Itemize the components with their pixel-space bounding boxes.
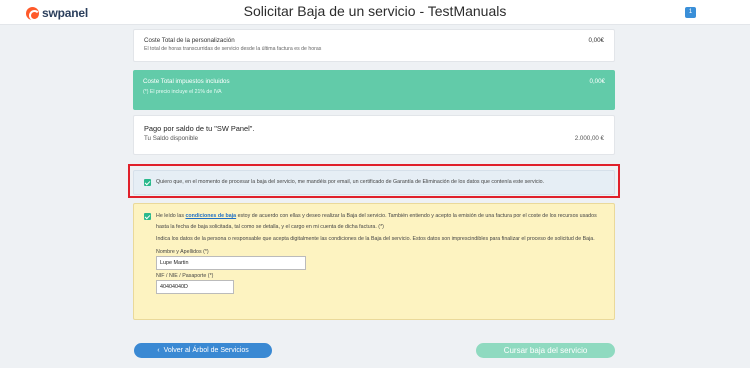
total-cost-card: Coste Total impuestos incluidos 0,00€ (*… <box>133 70 615 110</box>
terms-checkbox[interactable] <box>144 213 151 220</box>
chevron-left-icon: ‹ <box>157 347 160 354</box>
terms-pre-link: He leído las <box>156 213 184 219</box>
id-label: NIF / NIE / Pasaporte (*) <box>156 272 214 279</box>
personalization-amount: 0,00€ <box>588 37 604 44</box>
name-label: Nombre y Apellidos (*) <box>156 248 209 255</box>
certificate-checkbox[interactable] <box>144 179 151 186</box>
back-button-label: Volver al Árbol de Servicios <box>163 347 249 354</box>
user-badge[interactable]: 1 <box>685 7 696 18</box>
personalization-label: Coste Total de la personalización <box>144 37 235 44</box>
submit-cancellation-button[interactable]: Cursar baja del servicio <box>476 343 615 358</box>
back-to-services-button[interactable]: ‹ Volver al Árbol de Servicios <box>134 343 272 358</box>
total-label: Coste Total impuestos incluidos <box>143 78 230 85</box>
submit-button-label: Cursar baja del servicio <box>503 346 588 355</box>
terms-text: He leído las condiciones de baja estoy d… <box>156 211 604 232</box>
total-amount: 0,00€ <box>589 78 605 85</box>
balance-amount: 2.000,00 € <box>574 135 604 142</box>
id-input[interactable]: 40404040D <box>156 279 234 294</box>
vat-note: (*) El precio incluye el 21% de IVA <box>143 89 222 95</box>
personalization-description: El total de horas transcurridas de servi… <box>144 46 322 52</box>
page-title: Solicitar Baja de un servicio - TestManu… <box>243 3 507 19</box>
balance-card: Pago por saldo de tu "SW Panel". Tu Sald… <box>133 115 615 155</box>
terms-info: Indica los datos de la persona o respons… <box>156 236 595 242</box>
name-input[interactable]: Lupe Martin <box>156 255 306 270</box>
top-bar: swpanel Solicitar Baja de un servicio - … <box>0 0 750 25</box>
certificate-text: Quiero que, en el momento de procesar la… <box>156 179 545 186</box>
balance-label: Tu Saldo disponible <box>144 135 199 142</box>
certificate-option: Quiero que, en el momento de procesar la… <box>133 170 615 195</box>
personalization-cost-card: Coste Total de la personalización 0,00€ … <box>133 29 615 62</box>
terms-link[interactable]: condiciones de baja <box>185 213 236 219</box>
terms-card: He leído las condiciones de baja estoy d… <box>133 203 615 320</box>
balance-heading: Pago por saldo de tu "SW Panel". <box>144 124 255 133</box>
